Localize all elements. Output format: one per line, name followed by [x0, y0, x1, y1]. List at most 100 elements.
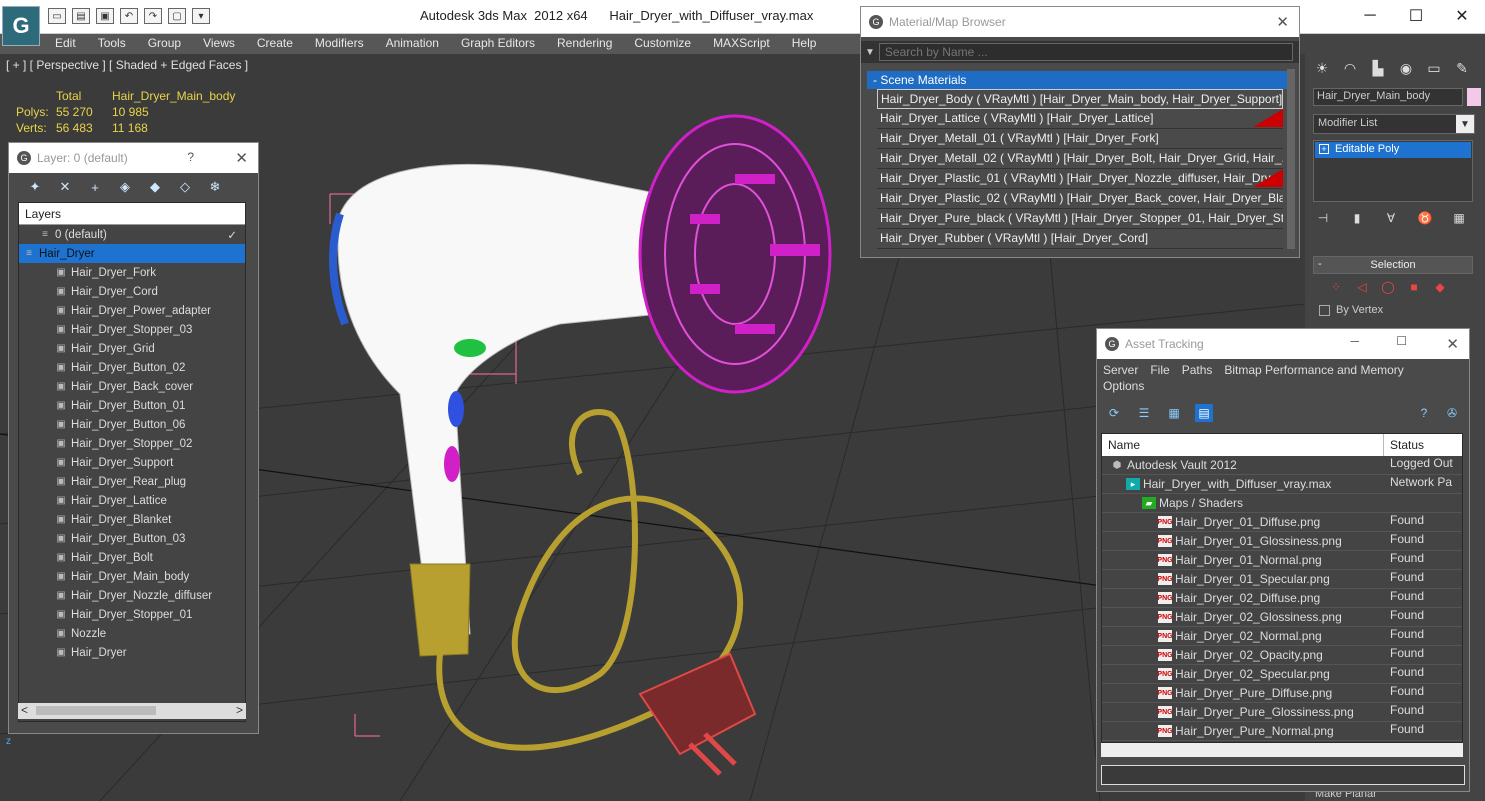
scene-materials-section[interactable]: - Scene Materials [867, 71, 1289, 89]
expand-icon[interactable]: + [1319, 144, 1329, 154]
close-icon[interactable]: ✕ [1276, 13, 1289, 31]
close-icon[interactable]: ✕ [235, 149, 248, 167]
menu-rendering[interactable]: Rendering [546, 34, 623, 54]
modify-tab-icon[interactable]: ◠ [1339, 58, 1361, 78]
scroll-thumb[interactable] [36, 706, 156, 715]
asset-row[interactable]: PNG Hair_Dryer_Pure_Glossiness.png Found [1102, 703, 1462, 722]
open-file-icon[interactable]: ▤ [72, 8, 90, 24]
asset-row[interactable]: PNG Hair_Dryer_01_Normal.png Found [1102, 551, 1462, 570]
configure-sets-icon[interactable]: ▦ [1451, 210, 1467, 226]
close-icon[interactable]: ✕ [1439, 0, 1485, 32]
by-vertex-checkbox[interactable] [1319, 304, 1330, 316]
layers-column-header[interactable]: Layers [19, 203, 245, 225]
menu-edit[interactable]: Edit [44, 34, 87, 54]
stack-item-editable-poly[interactable]: + Editable Poly [1315, 142, 1471, 158]
menu-tools[interactable]: Tools [87, 34, 137, 54]
asset-row[interactable]: ▰ Maps / Shaders [1102, 494, 1462, 513]
menu-graph-editors[interactable]: Graph Editors [450, 34, 546, 54]
asset-menu-file[interactable]: File [1150, 363, 1169, 377]
menu-views[interactable]: Views [192, 34, 246, 54]
freeze-all-icon[interactable]: ❄ [205, 178, 225, 196]
object-name-field[interactable]: Hair_Dryer_Main_body [1313, 88, 1463, 106]
thumbnail-view-icon[interactable]: ▦ [1165, 404, 1183, 422]
redo-icon[interactable]: ↷ [144, 8, 162, 24]
create-layer-icon[interactable]: ✦ [25, 178, 45, 196]
layer-row[interactable]: ▣ Hair_Dryer_Button_02 [19, 358, 245, 377]
asset-row[interactable]: ▸ Hair_Dryer_with_Diffuser_vray.max Networ… [1102, 475, 1462, 494]
help-icon[interactable]: ? [1415, 404, 1433, 422]
asset-menu-bitmap-performance-and-memory[interactable]: Bitmap Performance and Memory [1224, 363, 1403, 377]
select-objects-icon[interactable]: ◈ [115, 178, 135, 196]
material-row[interactable]: Hair_Dryer_Metall_01 ( VRayMtl ) [Hair_D… [877, 129, 1283, 149]
layer-row[interactable]: ▣ Hair_Dryer_Support [19, 453, 245, 472]
new-file-icon[interactable]: ▭ [48, 8, 66, 24]
vertex-icon[interactable]: ⁘ [1329, 280, 1343, 294]
selection-rollout-header[interactable]: - Selection [1313, 256, 1473, 274]
asset-row[interactable]: PNG Hair_Dryer_02_Diffuse.png Found [1102, 589, 1462, 608]
layer-row[interactable]: ≡ 0 (default) ✓ [19, 225, 245, 244]
material-browser-titlebar[interactable]: G Material/Map Browser ✕ [861, 7, 1299, 37]
motion-tab-icon[interactable]: ◉ [1395, 58, 1417, 78]
delete-layer-icon[interactable]: ✕ [55, 178, 75, 196]
edge-icon[interactable]: ◁ [1355, 280, 1369, 294]
layer-row[interactable]: ▣ Hair_Dryer_Cord [19, 282, 245, 301]
utilities-tab-icon[interactable]: ✎ [1451, 58, 1473, 78]
pin-stack-icon[interactable]: ⊣ [1315, 210, 1331, 226]
help-icon[interactable]: ? [187, 150, 194, 164]
layer-row[interactable]: ▣ Hair_Dryer_Blanket [19, 510, 245, 529]
menu-create[interactable]: Create [246, 34, 304, 54]
material-row[interactable]: Hair_Dryer_Rubber ( VRayMtl ) [Hair_Drye… [877, 229, 1283, 249]
asset-row[interactable]: PNG Hair_Dryer_02_Opacity.png Found [1102, 646, 1462, 665]
material-row[interactable]: Hair_Dryer_Plastic_01 ( VRayMtl ) [Hair_… [877, 169, 1283, 189]
options-icon[interactable]: ✇ [1443, 404, 1461, 422]
layer-row[interactable]: ▣ Hair_Dryer_Stopper_02 [19, 434, 245, 453]
layer-horizontal-scrollbar[interactable]: < > [18, 703, 246, 719]
layer-row[interactable]: ▣ Hair_Dryer_Fork [19, 263, 245, 282]
menu-animation[interactable]: Animation [375, 34, 450, 54]
create-tab-icon[interactable]: ☀ [1311, 58, 1333, 78]
undo-icon[interactable]: ↶ [120, 8, 138, 24]
by-vertex-option[interactable]: By Vertex [1319, 304, 1383, 316]
layer-row[interactable]: ▣ Hair_Dryer_Stopper_03 [19, 320, 245, 339]
asset-menu-server[interactable]: Server [1103, 363, 1138, 377]
status-column-header[interactable]: Status [1384, 434, 1430, 456]
scroll-left-icon[interactable]: < [21, 703, 28, 717]
layer-row[interactable]: ▣ Hair_Dryer_Bolt [19, 548, 245, 567]
hierarchy-tab-icon[interactable]: ▙ [1367, 58, 1389, 78]
asset-row[interactable]: PNG Hair_Dryer_02_Normal.png Found [1102, 627, 1462, 646]
layer-row[interactable]: ▣ Hair_Dryer [19, 643, 245, 662]
asset-menu-options[interactable]: Options [1103, 379, 1144, 393]
maximize-icon[interactable]: ☐ [1393, 0, 1439, 32]
layer-row[interactable]: ▣ Hair_Dryer_Button_06 [19, 415, 245, 434]
app-menu-button[interactable]: G [2, 6, 40, 46]
asset-row[interactable]: PNG Hair_Dryer_01_Diffuse.png Found [1102, 513, 1462, 532]
asset-row[interactable]: ⬢ Autodesk Vault 2012 Logged Out [1102, 456, 1462, 475]
hold-icon[interactable]: ▢ [168, 8, 186, 24]
layer-row[interactable]: ≡ Hair_Dryer [19, 244, 245, 263]
viewport-label[interactable]: [ + ] [ Perspective ] [ Shaded + Edged F… [6, 58, 248, 72]
layer-row[interactable]: ▣ Hair_Dryer_Rear_plug [19, 472, 245, 491]
menu-maxscript[interactable]: MAXScript [702, 34, 781, 54]
table-view-icon[interactable]: ▤ [1195, 404, 1213, 422]
dropdown-arrow-icon[interactable]: ▾ [192, 8, 210, 24]
menu-group[interactable]: Group [137, 34, 192, 54]
material-search-input[interactable] [878, 43, 1293, 61]
material-row[interactable]: Hair_Dryer_Metall_02 ( VRayMtl ) [Hair_D… [877, 149, 1283, 169]
name-column-header[interactable]: Name [1102, 434, 1384, 456]
element-icon[interactable]: ◆ [1433, 280, 1447, 294]
menu-customize[interactable]: Customize [623, 34, 702, 54]
menu-modifiers[interactable]: Modifiers [304, 34, 375, 54]
layer-row[interactable]: ▣ Hair_Dryer_Back_cover [19, 377, 245, 396]
refresh-icon[interactable]: ⟳ [1105, 404, 1123, 422]
material-row[interactable]: Hair_Dryer_Lattice ( VRayMtl ) [Hair_Dry… [877, 109, 1283, 129]
remove-modifier-icon[interactable]: ♉ [1417, 210, 1433, 226]
hide-all-icon[interactable]: ◇ [175, 178, 195, 196]
polygon-icon[interactable]: ■ [1407, 280, 1421, 294]
asset-row[interactable]: PNG Hair_Dryer_01_Specular.png Found [1102, 570, 1462, 589]
asset-row[interactable]: PNG Hair_Dryer_02_Glossiness.png Found [1102, 608, 1462, 627]
display-tab-icon[interactable]: ▭ [1423, 58, 1445, 78]
object-color-swatch[interactable] [1467, 88, 1481, 106]
highlight-layer-icon[interactable]: ◆ [145, 178, 165, 196]
list-view-icon[interactable]: ☰ [1135, 404, 1153, 422]
layer-row[interactable]: ▣ Hair_Dryer_Button_03 [19, 529, 245, 548]
